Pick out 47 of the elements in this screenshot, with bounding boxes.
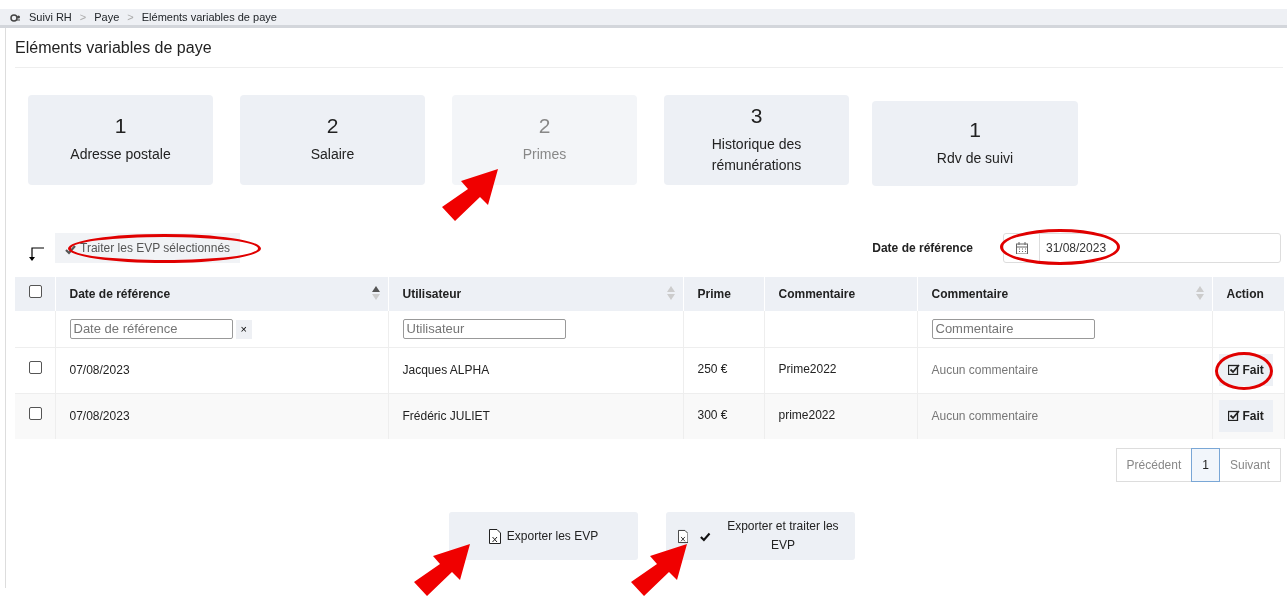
row-checkbox[interactable] (29, 407, 42, 421)
corner-arrow-icon (28, 247, 45, 262)
pagination-button[interactable]: Précédent (1115, 448, 1193, 483)
filter-input[interactable]: Date de référence (69, 318, 233, 339)
table-cell: 07/08/2023 (69, 363, 130, 378)
calendar-icon (1015, 242, 1028, 255)
pagination-button[interactable]: 1 (1191, 448, 1220, 483)
table-cell: Aucun commentaire (931, 409, 1039, 424)
check-icon (65, 243, 76, 255)
column-header[interactable]: Utilisateur (402, 287, 462, 302)
users-icon (10, 12, 21, 22)
pagination-button[interactable]: Suivant (1218, 448, 1281, 483)
breadcrumb-link[interactable]: Eléments variables de paye (141, 8, 277, 26)
export-button[interactable]: Exporter et traiter les EVP (666, 512, 855, 561)
column-header[interactable]: Commentaire (931, 287, 1009, 302)
checkbox-icon (1227, 410, 1240, 422)
date-label: Date de référence (872, 240, 973, 258)
column-header[interactable]: Prime (697, 287, 731, 302)
table-cell: 07/08/2023 (69, 409, 130, 424)
filter-input[interactable]: Commentaire (931, 318, 1095, 339)
category-tile[interactable]: 1 Rdv de suivi (872, 101, 1078, 187)
done-button[interactable]: Fait (1218, 400, 1273, 433)
category-tile[interactable]: 1 Adresse postale (28, 95, 213, 186)
table-cell: Aucun commentaire (931, 363, 1039, 378)
category-tile[interactable]: 3 Historique des rémunérations (664, 95, 849, 186)
select-all-checkbox[interactable] (29, 285, 42, 299)
table-cell: 300 € (697, 407, 728, 422)
checkbox-icon (1227, 364, 1240, 376)
category-tile[interactable]: 2 Salaire (240, 95, 425, 186)
column-header[interactable]: Date de référence (69, 287, 171, 302)
table-cell: prime2022 (778, 407, 836, 422)
breadcrumb-separator: > (79, 9, 87, 25)
export-button[interactable]: Exporter les EVP (449, 512, 638, 561)
table-cell: Frédéric JULIET (402, 409, 490, 424)
table-cell: Prime2022 (778, 361, 837, 376)
spreadsheet-file-icon (488, 528, 501, 544)
row-checkbox[interactable] (29, 361, 42, 375)
table-cell: Jacques ALPHA (402, 363, 490, 378)
clear-button[interactable]: × (235, 320, 252, 339)
table-cell: 250 € (697, 361, 728, 376)
date-input[interactable]: 31/08/2023 (1040, 234, 1240, 263)
breadcrumb-link[interactable]: Suivi RH (29, 8, 72, 26)
breadcrumb-link[interactable]: Paye (94, 8, 120, 26)
page-title: Eléments variables de paye (15, 28, 1283, 69)
breadcrumb-separator: > (127, 9, 134, 25)
spreadsheet-file-icon (678, 528, 689, 544)
filter-input[interactable]: Utilisateur (402, 318, 566, 339)
